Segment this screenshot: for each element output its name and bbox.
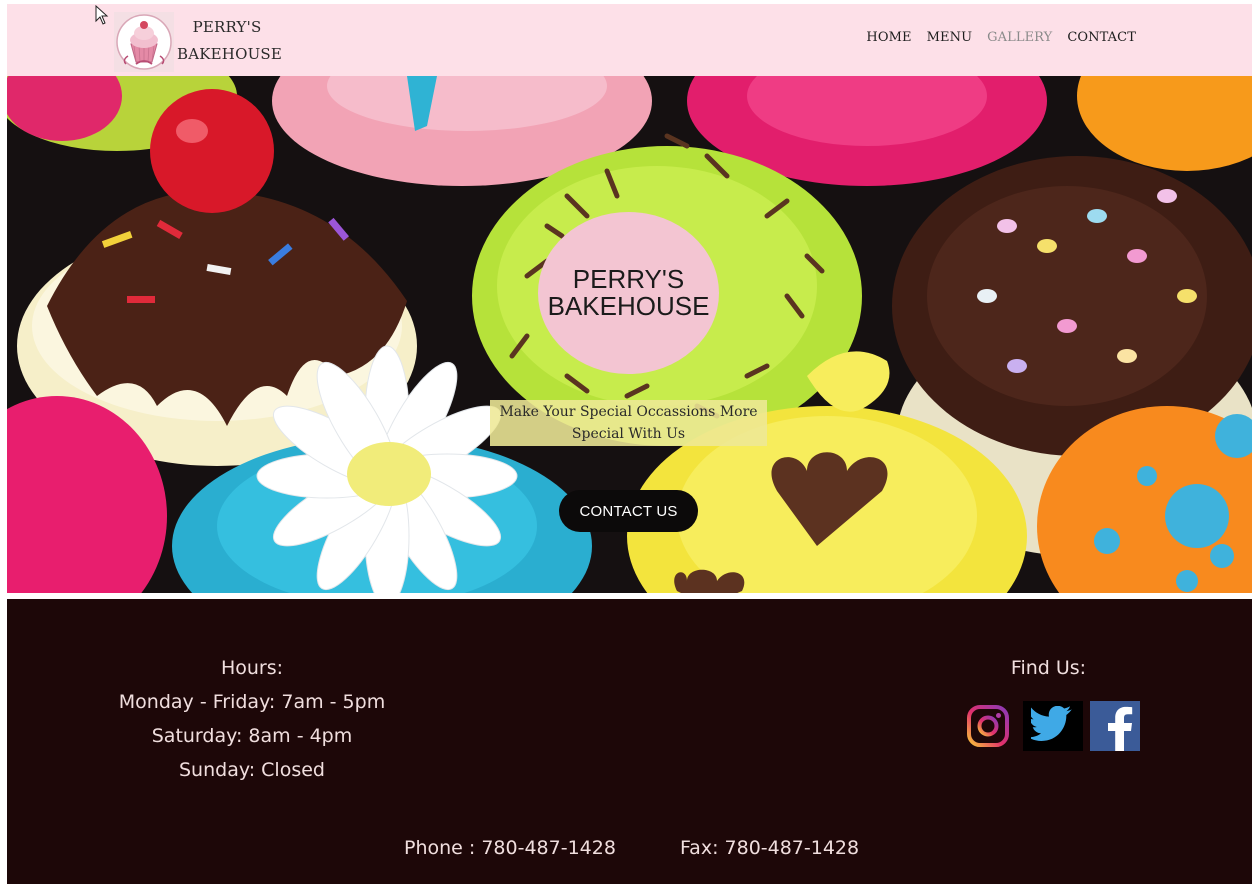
nav-menu[interactable]: MENU: [927, 30, 973, 45]
top-navbar: PERRY'S BAKEHOUSE HOME MENU GALLERY CONT…: [7, 4, 1252, 76]
main-nav: HOME MENU GALLERY CONTACT: [866, 30, 1136, 45]
hero-title-badge: PERRY'S BAKEHOUSE: [538, 212, 719, 374]
contact-us-button[interactable]: CONTACT US: [559, 490, 698, 532]
brand-line-2: BAKEHOUSE: [177, 45, 283, 63]
fax-number: Fax: 780-487-1428: [680, 837, 860, 859]
nav-contact[interactable]: CONTACT: [1067, 30, 1136, 45]
hero-tagline: Make Your Special Occassions More Specia…: [490, 400, 767, 446]
cupcake-logo-icon[interactable]: [114, 12, 174, 72]
hero-title-line-2: BAKEHOUSE: [547, 291, 710, 321]
twitter-icon[interactable]: [1023, 701, 1083, 751]
hero-title-line-1: PERRY'S: [572, 264, 685, 294]
nav-home[interactable]: HOME: [866, 30, 911, 45]
footer: Hours: Monday - Friday: 7am - 5pm Saturd…: [7, 599, 1252, 884]
page: PERRY'S BAKEHOUSE HOME MENU GALLERY CONT…: [7, 4, 1252, 884]
hero-banner: PERRY'S BAKEHOUSE Make Your Special Occa…: [7, 76, 1252, 593]
hours-sunday: Sunday: Closed: [179, 759, 325, 781]
hours-saturday: Saturday: 8am - 4pm: [151, 725, 353, 747]
tagline-line-2: Special With Us: [571, 426, 686, 442]
brand-name[interactable]: PERRY'S BAKEHOUSE: [177, 14, 283, 68]
find-us-title: Find Us:: [1010, 657, 1087, 679]
hours-section: Hours: Monday - Friday: 7am - 5pm Saturd…: [102, 651, 402, 787]
nav-gallery[interactable]: GALLERY: [987, 30, 1052, 45]
brand-line-1: PERRY'S: [192, 18, 262, 36]
tagline-line-1: Make Your Special Occassions More: [499, 404, 758, 420]
phone-number: Phone : 780-487-1428: [404, 837, 616, 859]
hours-weekday: Monday - Friday: 7am - 5pm: [118, 691, 386, 713]
facebook-icon[interactable]: [1090, 701, 1140, 751]
hours-title: Hours:: [220, 657, 284, 679]
instagram-icon[interactable]: [963, 701, 1013, 751]
mouse-cursor-icon: [95, 5, 109, 25]
social-links: [963, 701, 1140, 751]
